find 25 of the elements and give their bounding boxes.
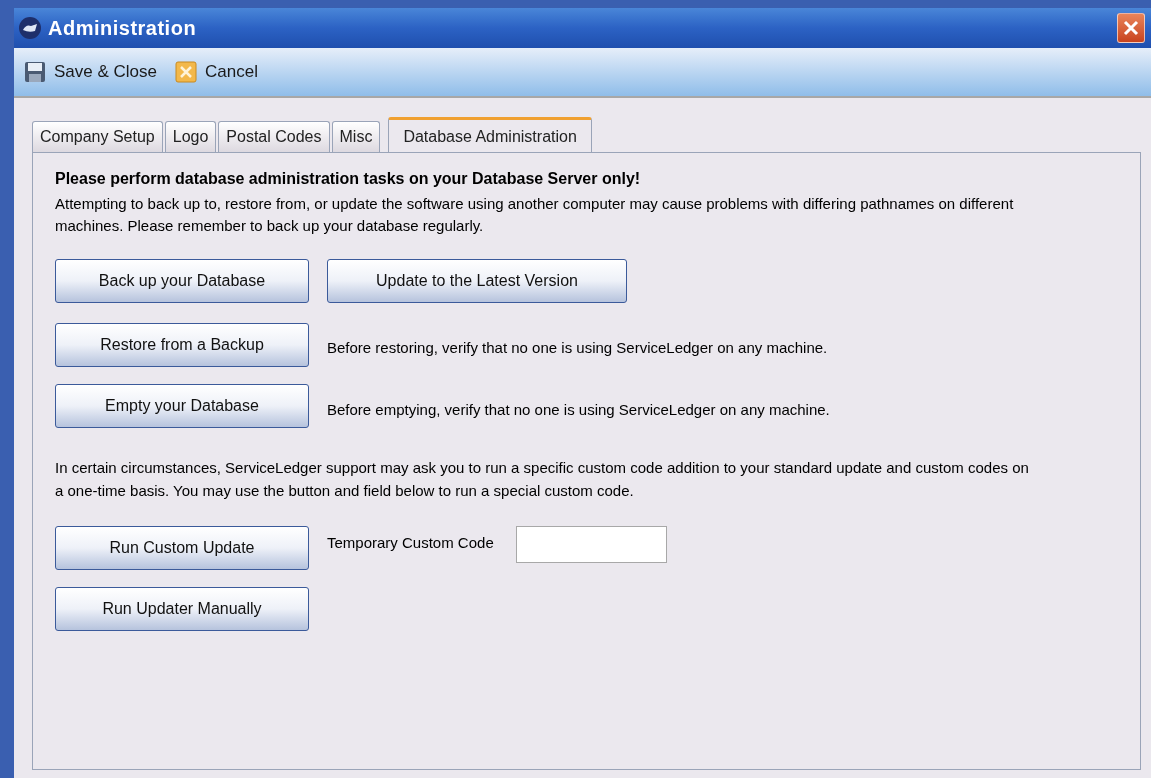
custom-code-text: In certain circumstances, ServiceLedger support may ask you to run a specific custom code addition to your standard update and custom codes on a one-time basis. You may use the button and field below to run a special custom code.: [55, 458, 1030, 501]
tab[interactable]: Postal Codes: [218, 121, 330, 152]
save-close-button[interactable]: Save & Close: [24, 59, 157, 85]
backup-button[interactable]: Back up your Database: [55, 259, 309, 303]
tab[interactable]: Database Administration: [388, 117, 592, 153]
intro-text: Attempting to back up to, restore from, or update the software using another computer may cause problems with differing pathnames on different machines. Please remember to back up your database regularly.: [55, 194, 1015, 236]
cancel-icon: [175, 61, 197, 83]
tab[interactable]: Company Setup: [32, 121, 163, 152]
run-custom-update-button[interactable]: Run Custom Update: [55, 526, 309, 570]
close-icon: [1123, 20, 1139, 36]
close-button[interactable]: [1117, 13, 1145, 43]
logo-icon: [18, 16, 42, 40]
field-label: Temporary Custom Code: [327, 533, 494, 553]
empty-note: Before emptying, verify that no one is using ServiceLedger on any machine.: [327, 399, 830, 420]
empty-database-button[interactable]: Empty your Database: [55, 384, 309, 428]
tab[interactable]: Logo: [164, 121, 217, 152]
custom-code-field[interactable]: [515, 526, 667, 563]
run-updater-button[interactable]: Run Updater Manually: [55, 587, 309, 631]
cancel-button[interactable]: Cancel: [175, 59, 258, 85]
window-title: Administration: [48, 16, 197, 41]
restore-button[interactable]: Restore from a Backup: [55, 323, 309, 367]
tab[interactable]: Misc: [331, 121, 381, 152]
restore-note: Before restoring, verify that no one is using ServiceLedger on any machine.: [327, 337, 828, 358]
warning-heading: Please perform database administration tasks on your Database Server only!: [55, 169, 642, 189]
update-button[interactable]: Update to the Latest Version: [327, 259, 627, 303]
